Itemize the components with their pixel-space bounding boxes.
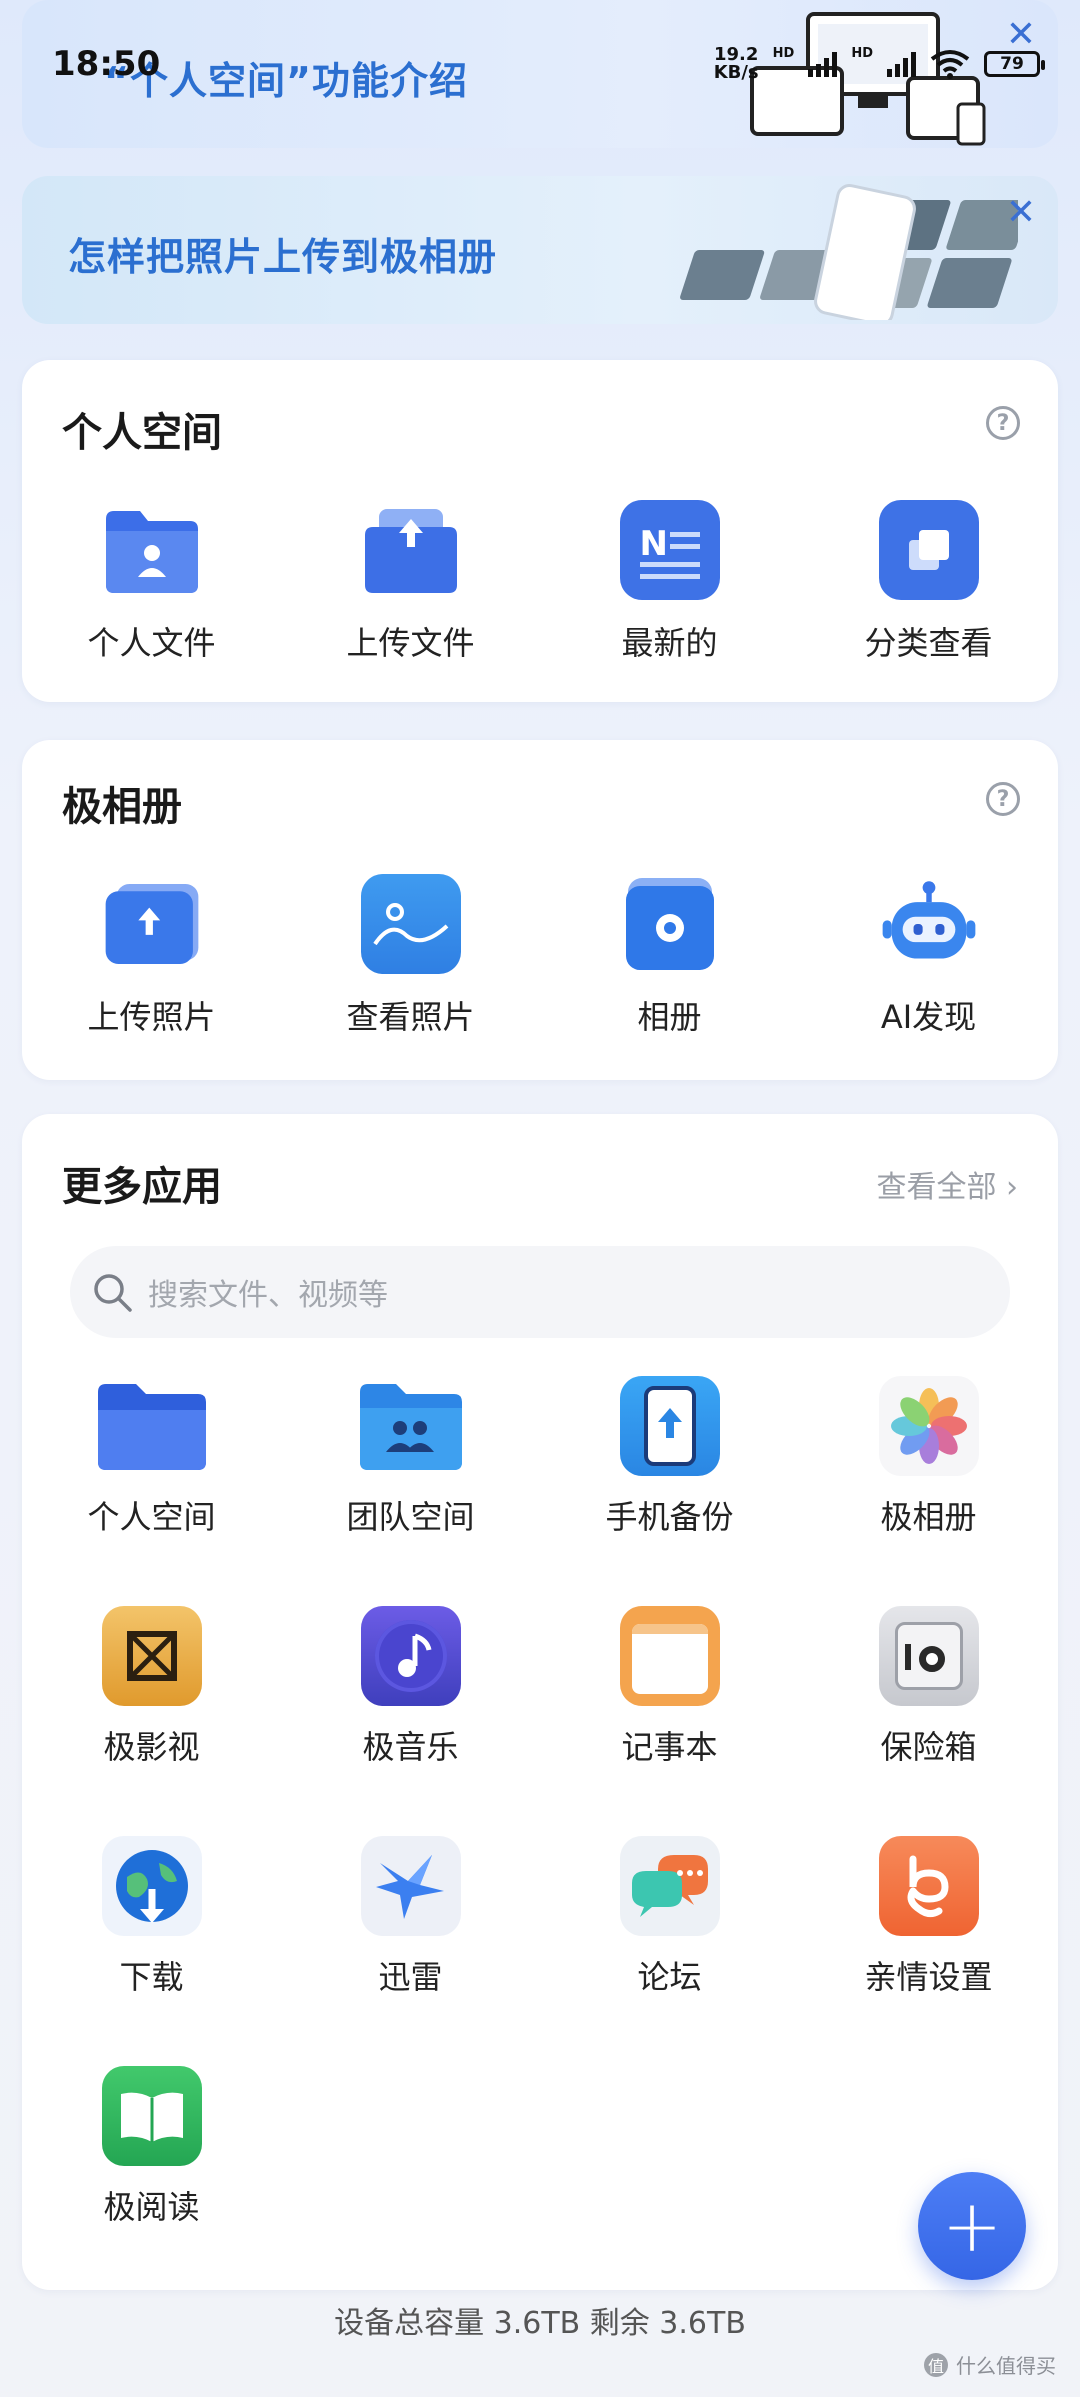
app-label: 论坛 <box>637 1958 702 1996</box>
notepad-icon <box>619 1606 720 1706</box>
app-label: 极阅读 <box>103 2188 200 2226</box>
forum-chat-icon <box>619 1836 720 1936</box>
app-video[interactable]: 极影视 <box>22 1606 281 1836</box>
team-folder-icon <box>356 1376 466 1476</box>
upload-photo-icon <box>102 874 202 974</box>
album-button[interactable]: 相册 <box>540 874 799 1038</box>
safe-icon <box>878 1606 979 1706</box>
ai-discover-button[interactable]: AI发现 <box>799 874 1058 1038</box>
app-phone-backup[interactable]: 手机备份 <box>540 1376 799 1606</box>
app-label: 手机备份 <box>605 1498 734 1536</box>
app-label: 极音乐 <box>362 1728 459 1766</box>
personal-space-card: 个人空间 ? 个人文件 上传文件 N 最新的 分类查看 <box>22 360 1058 702</box>
app-label: 记事本 <box>621 1728 718 1766</box>
video-icon <box>101 1606 202 1706</box>
storage-capacity: 设备总容量 3.6TB 剩余 3.6TB <box>334 2306 746 2341</box>
app-label: 迅雷 <box>378 1958 443 1996</box>
photos-flower-icon <box>878 1376 979 1476</box>
more-apps-card: 更多应用 查看全部 › 搜索文件、视频等 个人空间 团队空间 手机备份 极相册 … <box>22 1114 1058 2290</box>
close-icon[interactable]: ✕ <box>1006 192 1036 233</box>
app-photos[interactable]: 极相册 <box>799 1376 1058 1606</box>
album-card: 极相册 ? 上传照片 查看照片 相册 AI发现 <box>22 740 1058 1080</box>
item-label: 上传照片 <box>87 998 216 1036</box>
upload-photo-button[interactable]: 上传照片 <box>22 874 281 1038</box>
upload-file-icon <box>361 500 461 600</box>
watermark-text: 什么值得买 <box>956 2354 1056 2378</box>
thunder-bird-icon <box>360 1836 461 1936</box>
app-label: 极影视 <box>103 1728 200 1766</box>
section-title: 更多应用 <box>62 1164 222 1210</box>
item-label: 最新的 <box>621 624 718 662</box>
app-personal-space[interactable]: 个人空间 <box>22 1376 281 1606</box>
reader-book-icon <box>101 2066 202 2166</box>
personal-files-icon <box>102 500 202 600</box>
phone-backup-icon <box>619 1376 720 1476</box>
watermark: 值 什么值得买 <box>924 2350 1056 2379</box>
app-label: 亲情设置 <box>864 1958 993 1996</box>
music-icon <box>360 1606 461 1706</box>
app-safe[interactable]: 保险箱 <box>799 1606 1058 1836</box>
category-icon <box>878 500 979 600</box>
item-label: AI发现 <box>880 998 977 1036</box>
search-input[interactable]: 搜索文件、视频等 <box>70 1246 1010 1338</box>
item-label: 查看照片 <box>346 998 475 1036</box>
plus-icon: + <box>941 2184 1003 2268</box>
recent-icon: N <box>619 500 720 600</box>
banner-title: 怎样把照片上传到极相册 <box>68 235 498 279</box>
app-reader[interactable]: 极阅读 <box>22 2066 281 2296</box>
family-icon <box>878 1836 979 1936</box>
search-placeholder: 搜索文件、视频等 <box>148 1278 388 1313</box>
download-globe-icon <box>101 1836 202 1936</box>
item-label: 分类查看 <box>864 624 993 662</box>
app-family[interactable]: 亲情设置 <box>799 1836 1058 2066</box>
app-thunder[interactable]: 迅雷 <box>281 1836 540 2066</box>
app-music[interactable]: 极音乐 <box>281 1606 540 1836</box>
category-view-button[interactable]: 分类查看 <box>799 500 1058 664</box>
add-fab-button[interactable]: + <box>918 2172 1026 2280</box>
album-icon <box>620 874 720 974</box>
app-forum[interactable]: 论坛 <box>540 1836 799 2066</box>
folder-icon <box>94 1376 210 1476</box>
upload-guide-banner[interactable]: 怎样把照片上传到极相册 ✕ <box>22 176 1058 324</box>
app-label: 保险箱 <box>880 1728 977 1766</box>
upload-file-button[interactable]: 上传文件 <box>281 500 540 664</box>
item-label: 上传文件 <box>346 624 475 662</box>
app-team-space[interactable]: 团队空间 <box>281 1376 540 1606</box>
search-icon <box>94 1274 132 1312</box>
feature-intro-banner[interactable]: “个人空间”功能介绍 ✕ <box>22 0 1058 148</box>
watermark-icon: 值 <box>924 2352 948 2377</box>
ai-robot-icon <box>879 874 979 974</box>
see-all-link[interactable]: 查看全部 › <box>876 1162 1018 1206</box>
banner-title: “个人空间”功能介绍 <box>104 59 468 103</box>
section-title: 个人空间 <box>62 410 222 456</box>
recent-button[interactable]: N 最新的 <box>540 500 799 664</box>
section-title: 极相册 <box>62 784 182 830</box>
help-icon[interactable]: ? <box>986 782 1020 816</box>
devices-illustration <box>750 12 986 146</box>
view-photo-icon <box>360 874 461 974</box>
app-notepad[interactable]: 记事本 <box>540 1606 799 1836</box>
item-label: 个人文件 <box>87 624 216 662</box>
personal-files-button[interactable]: 个人文件 <box>22 500 281 664</box>
app-label: 下载 <box>119 1958 184 1996</box>
help-icon[interactable]: ? <box>986 406 1020 440</box>
photos-illustration <box>680 184 1018 320</box>
view-photo-button[interactable]: 查看照片 <box>281 874 540 1038</box>
item-label: 相册 <box>637 998 702 1036</box>
apps-grid: 个人空间 团队空间 手机备份 极相册 极影视 极音乐 记事本 保险箱 下载 迅雷… <box>22 1376 1058 2296</box>
app-label: 极相册 <box>880 1498 977 1536</box>
app-label: 团队空间 <box>346 1498 475 1536</box>
app-download[interactable]: 下载 <box>22 1836 281 2066</box>
close-icon[interactable]: ✕ <box>1006 14 1036 55</box>
app-label: 个人空间 <box>87 1498 216 1536</box>
